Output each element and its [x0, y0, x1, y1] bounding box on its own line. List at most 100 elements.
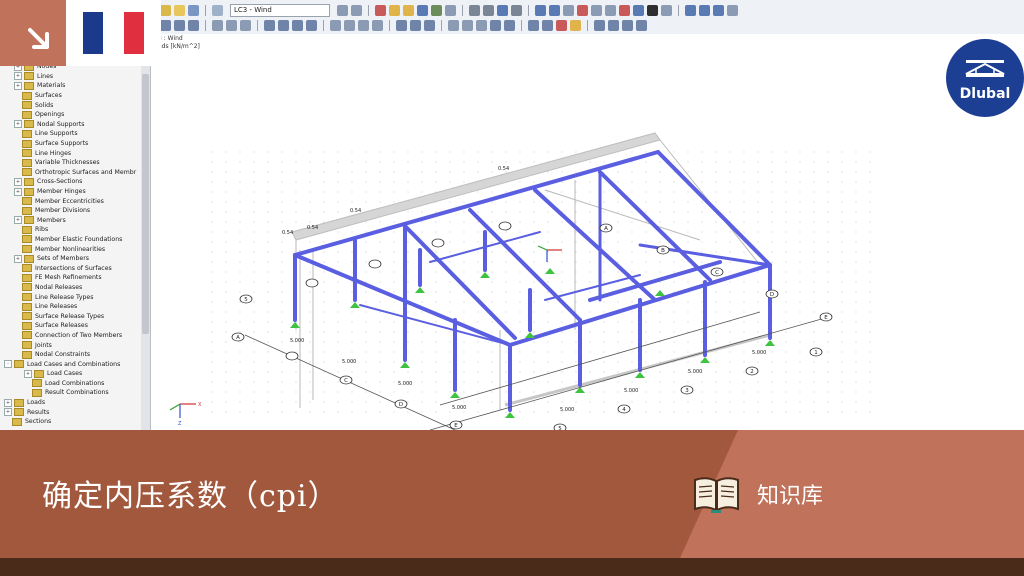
tool-5-icon[interactable] [448, 19, 459, 31]
tool-13-icon[interactable] [570, 19, 581, 31]
navigator-item[interactable]: Line Releases [0, 302, 140, 312]
next-icon[interactable] [351, 4, 362, 16]
navigator-item[interactable]: + Members [0, 216, 140, 226]
open-icon[interactable] [174, 4, 185, 16]
move-icon[interactable] [212, 19, 223, 31]
navigator-item[interactable]: Line Hinges [0, 148, 140, 158]
select-icon[interactable] [160, 19, 171, 31]
navigator-item[interactable]: + Lines [0, 72, 140, 82]
calculate-icon[interactable] [375, 4, 386, 16]
tool-4-icon[interactable] [511, 4, 522, 16]
navigator-item[interactable]: Member Eccentricities [0, 196, 140, 206]
mesh-2-icon[interactable] [549, 4, 560, 16]
navigator-item[interactable]: FE Mesh Refinements [0, 273, 140, 283]
navigator-item[interactable]: + Sets of Members [0, 254, 140, 264]
grid-2-icon[interactable] [410, 19, 421, 31]
grid-icon[interactable] [396, 19, 407, 31]
expand-icon[interactable]: + [14, 72, 22, 81]
tool-3-icon[interactable] [497, 4, 508, 16]
expand-icon[interactable]: + [4, 408, 12, 417]
tool-icon[interactable] [469, 4, 480, 16]
navigator-item[interactable]: Nodal Releases [0, 283, 140, 293]
prev-icon[interactable] [337, 4, 348, 16]
folder-icon[interactable] [160, 4, 171, 16]
settings-2-icon[interactable] [699, 4, 710, 16]
navigator-item[interactable]: Line Supports [0, 129, 140, 139]
tool-2-icon[interactable] [483, 4, 494, 16]
line-icon[interactable] [264, 19, 275, 31]
print-icon[interactable] [212, 4, 223, 16]
surface-icon[interactable] [292, 19, 303, 31]
settings-4-icon[interactable] [727, 4, 738, 16]
mirror-icon[interactable] [240, 19, 251, 31]
render-icon[interactable] [563, 4, 574, 16]
navigator-item[interactable]: + Load Cases [0, 369, 140, 379]
navigator-item[interactable]: + Member Hinges [0, 187, 140, 197]
navigator-scrollbar-thumb[interactable] [142, 74, 149, 334]
navigator-item[interactable]: Load Combinations [0, 379, 140, 389]
render-2-icon[interactable] [591, 4, 602, 16]
navigator-item[interactable]: Surface Supports [0, 139, 140, 149]
save-icon[interactable] [188, 4, 199, 16]
rotate-icon[interactable] [226, 19, 237, 31]
settings-icon[interactable] [685, 4, 696, 16]
settings-3-icon[interactable] [713, 4, 724, 16]
navigator-item[interactable]: + Nodal Supports [0, 120, 140, 130]
display-icon[interactable] [431, 4, 442, 16]
expand-icon[interactable]: + [14, 81, 22, 90]
navigator-item[interactable]: Joints [0, 340, 140, 350]
navigator-item[interactable]: Member Elastic Foundations [0, 235, 140, 245]
navigator-item[interactable]: Member Divisions [0, 206, 140, 216]
expand-icon[interactable]: + [24, 369, 32, 378]
navigator-item[interactable]: Member Nonlinearities [0, 244, 140, 254]
navigator-item[interactable]: + Results [0, 407, 140, 417]
expand-icon[interactable]: + [14, 120, 22, 129]
navigator-item[interactable]: Solids [0, 100, 140, 110]
expand-icon[interactable]: + [14, 177, 22, 186]
results-2-icon[interactable] [403, 4, 414, 16]
table-icon[interactable] [445, 4, 456, 16]
render-3-icon[interactable] [605, 4, 616, 16]
navigator-item[interactable]: - Load Cases and Combinations [0, 359, 140, 369]
dim-2-icon[interactable] [344, 19, 355, 31]
grid-3-icon[interactable] [424, 19, 435, 31]
navigator-item[interactable]: Variable Thicknesses [0, 158, 140, 168]
render-6-icon[interactable] [661, 4, 672, 16]
mesh-icon[interactable] [535, 4, 546, 16]
expand-icon[interactable]: + [4, 398, 12, 407]
dim-4-icon[interactable] [372, 19, 383, 31]
navigator-item[interactable]: Intersections of Surfaces [0, 263, 140, 273]
tool-16-icon[interactable] [622, 19, 633, 31]
tool-7-icon[interactable] [476, 19, 487, 31]
tool-12-icon[interactable] [556, 19, 567, 31]
navigator-item[interactable]: + Materials [0, 81, 140, 91]
tool-10-icon[interactable] [528, 19, 539, 31]
navigator-item[interactable]: Sections [0, 417, 140, 427]
view-icon[interactable] [417, 4, 428, 16]
dim-icon[interactable] [330, 19, 341, 31]
delete-icon[interactable] [577, 4, 588, 16]
render-5-icon[interactable] [647, 4, 658, 16]
collapse-icon[interactable]: - [4, 360, 12, 369]
load-case-select[interactable]: LC3 - Wind [230, 3, 330, 17]
tool-8-icon[interactable] [490, 19, 501, 31]
navigator-item[interactable]: + Loads [0, 398, 140, 408]
tool-9-icon[interactable] [504, 19, 515, 31]
select-2-icon[interactable] [174, 19, 185, 31]
tool-15-icon[interactable] [608, 19, 619, 31]
results-icon[interactable] [389, 4, 400, 16]
render-4-icon[interactable] [633, 4, 644, 16]
member-icon[interactable] [278, 19, 289, 31]
navigator-item[interactable]: Orthotropic Surfaces and Membr [0, 168, 140, 178]
navigator-item[interactable]: Openings [0, 110, 140, 120]
navigator-item[interactable]: Nodal Constraints [0, 350, 140, 360]
knowledge-base-label[interactable]: 知识库 [757, 478, 823, 510]
navigator-item[interactable]: Surface Releases [0, 321, 140, 331]
tool-17-icon[interactable] [636, 19, 647, 31]
solid-icon[interactable] [306, 19, 317, 31]
tool-6-icon[interactable] [462, 19, 473, 31]
expand-icon[interactable]: + [14, 254, 22, 263]
language-flag-tile[interactable] [66, 0, 161, 66]
warning-icon[interactable] [619, 4, 630, 16]
navigator-item[interactable]: + Cross-Sections [0, 177, 140, 187]
